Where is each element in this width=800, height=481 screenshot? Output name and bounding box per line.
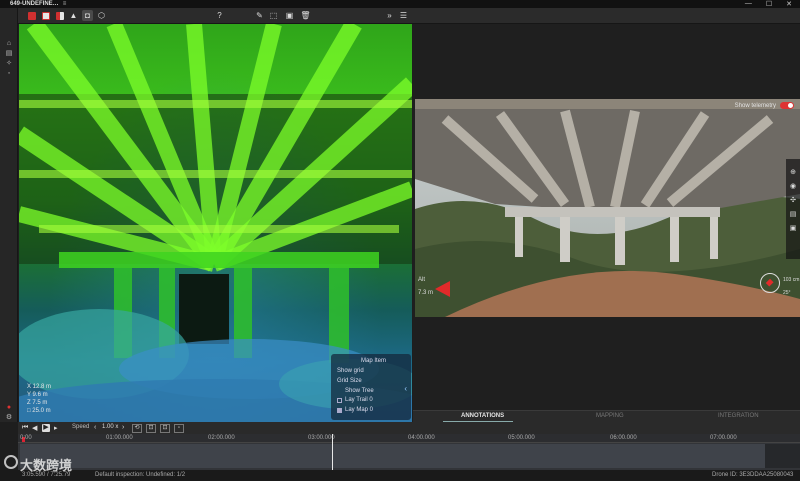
map-item-show-tree[interactable]: Show Tree — [345, 388, 374, 394]
altitude-value: 7.3 m — [418, 290, 434, 296]
bridge-photo — [415, 99, 800, 317]
timeline[interactable]: 0:00 01:00.000 02:00.000 03:00.000 04:00… — [18, 434, 800, 470]
help-icon[interactable]: ? — [214, 10, 225, 21]
minimize-button[interactable]: — — [745, 0, 752, 8]
white-cube-icon[interactable] — [40, 10, 51, 21]
clip-button[interactable]: ▫ — [174, 424, 184, 433]
play-button[interactable]: ▶ — [42, 424, 50, 432]
coord-y: Y 9.6 m — [27, 392, 48, 398]
camera-image[interactable] — [415, 99, 800, 317]
settings-small-icon[interactable]: ◦ — [5, 70, 13, 78]
watermark-logo-icon — [4, 455, 18, 469]
tool-icon[interactable]: ✧ — [5, 60, 13, 68]
close-button[interactable]: ✕ — [786, 0, 792, 8]
status-inspection: Default inspection: Undefined: 1/2 — [95, 472, 186, 478]
speed-label: Speed — [72, 424, 90, 430]
tab-integration[interactable]: INTEGRATION — [718, 413, 759, 419]
window-title: 649-UNDEFINE… — [10, 1, 59, 7]
tick-4: 04:00.000 — [408, 435, 435, 441]
camera-pane: Show telemetry Alt 7.3 m 103 cm 25° ⊕ ◉ … — [413, 24, 800, 422]
clipboard-icon[interactable]: ▤ — [789, 211, 797, 219]
speed-down-icon[interactable]: ‹ — [94, 424, 96, 431]
home-icon[interactable]: ⌂ — [5, 40, 13, 48]
watermark-text: 大数跨境 — [20, 459, 73, 474]
timeline-ruler: 0:00 01:00.000 02:00.000 03:00.000 04:00… — [18, 434, 800, 443]
point-cloud-viewport[interactable]: X 12.8 m Y 9.6 m Z 7.5 m □ 25.0 m Map It… — [19, 24, 412, 422]
camera-side-tools: ⊕ ◉ ✣ ▤ ▣ — [786, 159, 800, 259]
gear-icon[interactable]: ⚙ — [5, 414, 13, 422]
map-item-trail[interactable]: Lay Trail 0 — [345, 397, 373, 403]
compass-needle — [765, 278, 775, 288]
record-icon[interactable]: ● — [5, 404, 13, 412]
save-icon[interactable]: ▣ — [284, 10, 295, 21]
tick-6: 06:00.000 — [610, 435, 637, 441]
bottom-tabs: ANNOTATIONS MAPPING INTEGRATION — [413, 410, 800, 423]
window-controls: — ☐ ✕ — [745, 0, 792, 8]
tick-7: 07:00.000 — [710, 435, 737, 441]
telemetry-toggle[interactable] — [780, 102, 794, 109]
tick-3: 03:00.000 — [308, 435, 335, 441]
tick-0: 0:00 — [20, 435, 32, 441]
pen-icon[interactable]: ✎ — [254, 10, 265, 21]
playhead[interactable] — [332, 434, 333, 470]
red-cube-icon[interactable] — [26, 10, 37, 21]
status-drone-id: Drone ID: 3E3DDAA25080043 — [712, 472, 794, 478]
tab-annotations[interactable]: ANNOTATIONS — [461, 413, 504, 419]
telemetry-label: Show telemetry — [734, 102, 776, 109]
coord-z: Z 7.5 m — [27, 400, 48, 406]
main-toolbar: ▲ ◘ ⬡ ? ✎ ⬚ ▣ 🗑 » ☰ — [18, 8, 800, 24]
speed-value: 1.00 x — [102, 424, 119, 430]
split-cube-icon[interactable] — [54, 10, 65, 21]
skip-start-icon[interactable]: ⏮ — [22, 424, 28, 432]
maximize-button[interactable]: ☐ — [766, 0, 772, 8]
tick-1: 01:00.000 — [106, 435, 133, 441]
altitude-label: Alt — [418, 277, 426, 283]
tab-mapping[interactable]: MAPPING — [596, 413, 624, 419]
expand-icon[interactable]: » — [384, 10, 395, 21]
sliders-icon[interactable]: ☰ — [398, 10, 409, 21]
left-rail: ⌂ ▤ ✧ ◦ ● ⚙ — [0, 8, 18, 422]
tick-2: 02:00.000 — [208, 435, 235, 441]
title-bar: 649-UNDEFINE… ≡ — ☐ ✕ — [0, 0, 800, 8]
status-bar: 3:05.590 / 7:25.79 Default inspection: U… — [0, 470, 800, 481]
step-back-icon[interactable]: ◀ — [32, 424, 37, 432]
chevron-left-icon[interactable]: ‹ — [404, 384, 407, 393]
step-forward-icon[interactable]: ▸ — [54, 424, 58, 432]
mark-out-button[interactable]: ⊡ — [160, 424, 170, 433]
checkbox-map[interactable] — [337, 408, 342, 413]
layers-icon[interactable]: ▤ — [5, 50, 13, 58]
timeline-track[interactable] — [20, 444, 765, 468]
map-item-map[interactable]: Lay Map 0 — [345, 407, 373, 413]
playback-bar: ⏮ ◀ ▶ ▸ Speed ‹ 1.00 x › ⟲ ⊡ ⊡ ▫ — [18, 422, 800, 434]
distance-value: 103 cm — [783, 277, 800, 283]
checkbox-trail[interactable] — [337, 398, 342, 403]
tick-5: 05:00.000 — [508, 435, 535, 441]
wire-cube-icon[interactable]: ⬡ — [96, 10, 107, 21]
camera-icon[interactable]: ◘ — [82, 10, 93, 21]
telemetry-toggle-row: Show telemetry — [735, 102, 794, 109]
menu-icon[interactable]: ≡ — [63, 1, 67, 7]
compass-icon — [760, 273, 780, 293]
loop-button[interactable]: ⟲ — [132, 424, 142, 433]
wrench-icon[interactable]: ✣ — [789, 197, 797, 205]
map-items-title: Map Item — [361, 358, 387, 364]
speed-up-icon[interactable]: › — [122, 424, 124, 431]
select-icon[interactable]: ⬚ — [268, 10, 279, 21]
angle-value: 25° — [783, 290, 791, 296]
lock-icon[interactable]: ▣ — [789, 225, 797, 233]
map-items-panel: Map Item Show grid Grid Size Show Tree L… — [331, 354, 411, 420]
map-item-grid-size[interactable]: Grid Size — [337, 378, 362, 384]
trash-icon[interactable]: 🗑 — [300, 10, 311, 21]
timeline-end-region — [765, 444, 800, 468]
map-item-show-grid[interactable]: Show grid — [337, 368, 364, 374]
zoom-in-icon[interactable]: ⊕ — [789, 169, 797, 177]
coord-scale: □ 25.0 m — [27, 408, 51, 414]
coord-x: X 12.8 m — [27, 384, 52, 390]
mark-in-button[interactable]: ⊡ — [146, 424, 156, 433]
eye-icon[interactable]: ◉ — [789, 183, 797, 191]
measure-icon[interactable]: ▲ — [68, 10, 79, 21]
